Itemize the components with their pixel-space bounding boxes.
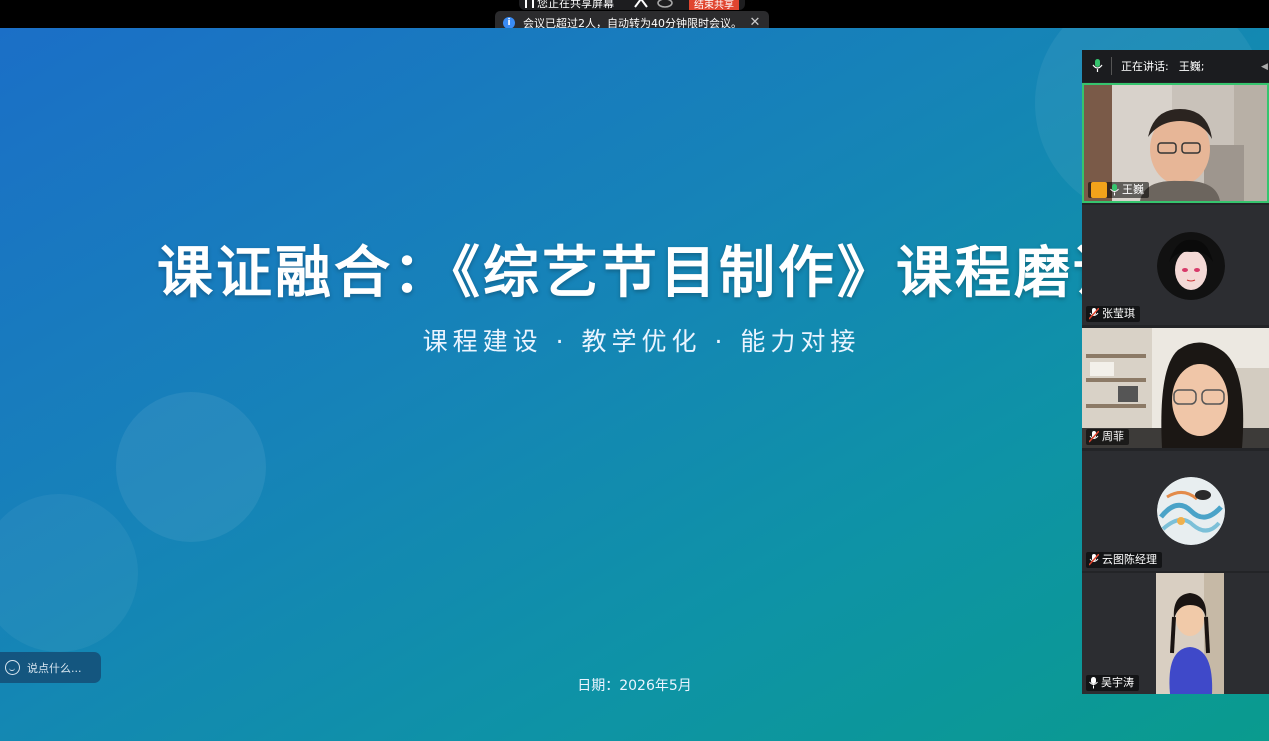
decorative-circle (116, 392, 266, 542)
participant-name-tag: 吴宇涛 (1086, 675, 1139, 691)
participant-name: 云图陈经理 (1102, 553, 1157, 566)
collapse-icon[interactable]: ◀ (1261, 62, 1268, 72)
participant-name: 周菲 (1102, 430, 1124, 443)
avatar (1157, 232, 1225, 300)
mic-muted-icon (1089, 431, 1099, 443)
slide-subtitle: 课程建设 · 教学优化 · 能力对接 (422, 327, 861, 356)
avatar (1157, 477, 1225, 545)
participant-tile[interactable]: 周菲 (1082, 328, 1269, 448)
participant-panel: 正在讲话: 王巍; ◀ 王巍 张莹琪 周菲 云图陈经理 吴宇涛 (1082, 50, 1269, 694)
speaking-indicator: 正在讲话: 王巍; ◀ (1082, 50, 1269, 82)
participant-tile[interactable]: 张莹琪 (1082, 205, 1269, 325)
participant-video (1156, 573, 1224, 694)
emoji-icon[interactable] (5, 660, 20, 675)
mic-icon (1092, 59, 1103, 72)
participant-tile[interactable]: 吴宇涛 (1082, 573, 1269, 694)
share-status: 您正在共享屏幕 (525, 0, 614, 10)
annotate-icon[interactable] (633, 0, 649, 8)
participant-tile[interactable]: 云图陈经理 (1082, 451, 1269, 571)
presentation-slide: 课证融合：《综艺节目制作》课程磨课 课程建设 · 教学优化 · 能力对接 日期：… (0, 28, 1269, 741)
chat-placeholder: 说点什么... (27, 661, 82, 675)
decorative-circle (0, 494, 138, 652)
pause-icon[interactable] (525, 0, 534, 8)
participant-name: 吴宇涛 (1101, 676, 1134, 689)
view-icon[interactable] (657, 0, 673, 8)
slide-title: 课证融合：《综艺节目制作》课程磨课 (157, 241, 1132, 306)
participant-name-tag: 周菲 (1086, 429, 1129, 445)
mic-muted-icon (1089, 308, 1099, 320)
mic-icon (1089, 677, 1098, 689)
screen-share-bar: 您正在共享屏幕 结束共享 (519, 0, 745, 10)
participant-tile[interactable]: 王巍 (1082, 83, 1269, 203)
share-status-label: 您正在共享屏幕 (537, 0, 614, 10)
slide-date: 日期：2026年5月 (577, 678, 692, 694)
stop-share-button[interactable]: 结束共享 (689, 0, 739, 10)
participant-name: 王巍 (1122, 183, 1144, 196)
participant-name-tag: 张莹琪 (1086, 306, 1140, 322)
participant-name: 张莹琪 (1102, 307, 1135, 320)
chat-input[interactable]: 说点什么... (0, 652, 101, 683)
participant-name-tag: 云图陈经理 (1086, 552, 1162, 568)
speaking-name: 王巍; (1178, 60, 1205, 73)
participant-name-tag: 王巍 (1088, 182, 1149, 198)
divider (1111, 57, 1112, 75)
speaking-label: 正在讲话: (1121, 60, 1169, 73)
mic-muted-icon (1089, 554, 1099, 566)
host-icon (1091, 182, 1107, 198)
mic-icon (1110, 184, 1119, 196)
